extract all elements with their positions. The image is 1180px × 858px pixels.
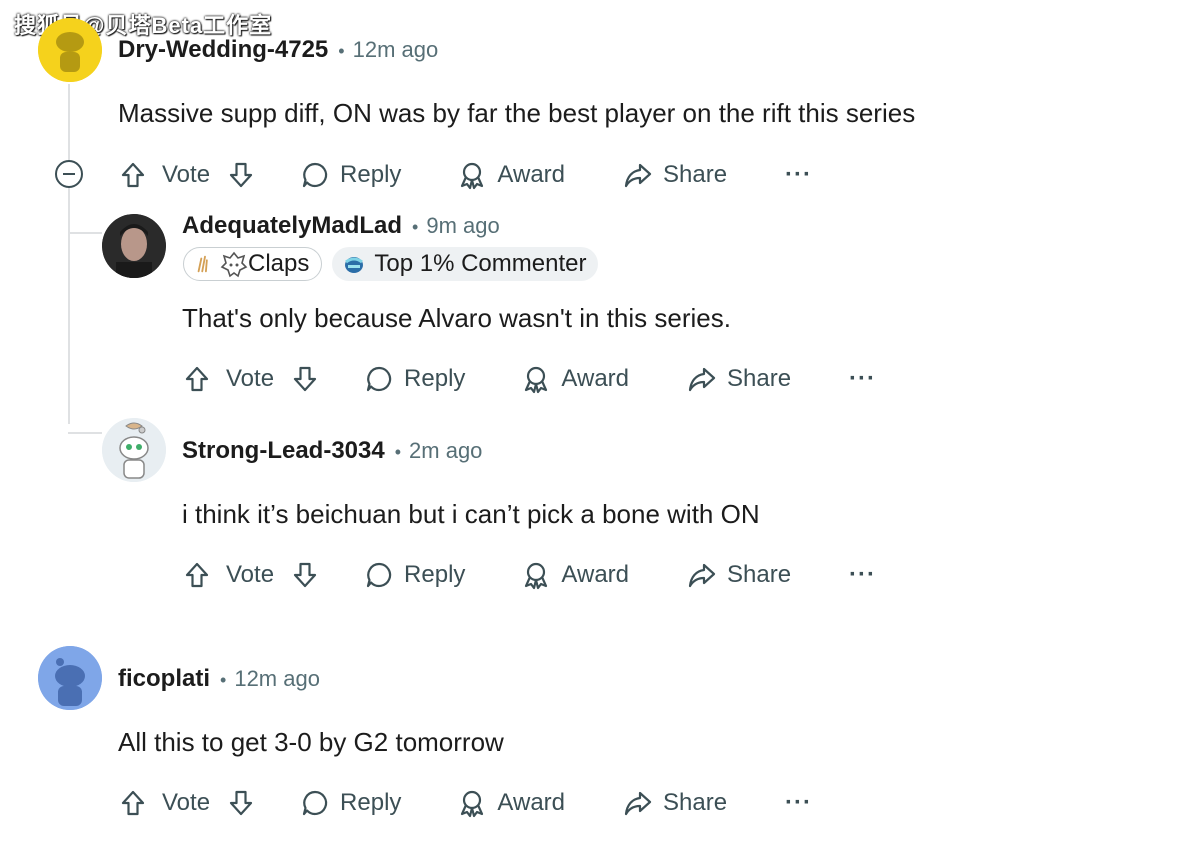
downvote-icon	[293, 562, 317, 588]
reply-icon	[302, 162, 328, 188]
avatar[interactable]	[38, 646, 102, 710]
downvote-icon	[229, 790, 253, 816]
reply-button[interactable]: Reply	[300, 788, 401, 818]
comment-actions: Vote Reply Award Share ···	[182, 555, 876, 595]
comment-body: That's only because Alvaro wasn't in thi…	[182, 303, 731, 333]
upvote-button[interactable]	[118, 788, 148, 818]
separator-dot: •	[412, 217, 419, 237]
comment-meta: Strong-Lead-3034 • 2m ago	[182, 437, 482, 465]
timestamp[interactable]: 9m ago	[426, 213, 499, 239]
reply-icon	[366, 562, 392, 588]
snoo-avatar-icon	[38, 18, 102, 82]
share-icon	[688, 367, 716, 392]
award-icon	[461, 162, 484, 190]
award-icon	[525, 366, 548, 394]
comment-actions: Vote Reply Award Share ···	[182, 359, 876, 399]
comment-meta: ficoplati • 12m ago	[118, 665, 320, 693]
share-icon	[624, 163, 652, 188]
more-options-button[interactable]: ···	[785, 161, 812, 189]
timestamp[interactable]: 12m ago	[353, 37, 439, 63]
thread-branch-1	[68, 232, 102, 234]
downvote-icon	[229, 162, 253, 188]
separator-dot: •	[338, 41, 345, 61]
snoo-avatar-icon	[102, 418, 166, 482]
thread-branch-2	[68, 432, 102, 434]
award-button[interactable]: Award	[457, 160, 565, 190]
award-icon	[461, 790, 484, 818]
more-options-button[interactable]: ···	[785, 789, 812, 817]
downvote-button[interactable]	[226, 788, 256, 818]
vote-label: Vote	[226, 561, 275, 588]
avatar[interactable]	[102, 214, 166, 278]
snoo-avatar-icon	[38, 646, 102, 710]
award-icon	[525, 562, 548, 590]
share-button[interactable]: Share	[623, 160, 727, 190]
flair-top-commenter: Top 1% Commenter	[332, 247, 599, 281]
downvote-button[interactable]	[290, 560, 320, 590]
collapse-thread-button[interactable]	[55, 160, 83, 188]
comment-body: All this to get 3-0 by G2 tomorrow	[118, 727, 504, 757]
award-button[interactable]: Award	[521, 364, 629, 394]
downvote-button[interactable]	[290, 364, 320, 394]
reply-icon	[302, 790, 328, 816]
commenter-badge-icon	[345, 257, 364, 273]
username[interactable]: AdequatelyMadLad	[182, 212, 402, 240]
vote-label: Vote	[226, 365, 275, 392]
upvote-icon	[185, 366, 209, 392]
upvote-icon	[185, 562, 209, 588]
share-icon	[688, 563, 716, 588]
username[interactable]: Dry-Wedding-4725	[118, 36, 328, 64]
share-button[interactable]: Share	[687, 560, 791, 590]
flair-label: Claps	[248, 250, 310, 277]
user-flairs: Claps Top 1% Commenter	[183, 247, 599, 281]
upvote-button[interactable]	[118, 160, 148, 190]
wolf-emblem-icon	[220, 251, 248, 278]
more-options-button[interactable]: ···	[849, 365, 876, 393]
comment-actions: Vote Reply Award Share ···	[118, 783, 812, 823]
timestamp[interactable]: 2m ago	[409, 438, 482, 464]
more-options-button[interactable]: ···	[849, 561, 876, 589]
avatar[interactable]	[38, 18, 102, 82]
downvote-button[interactable]	[226, 160, 256, 190]
award-button[interactable]: Award	[521, 560, 629, 590]
avatar[interactable]	[102, 418, 166, 482]
username[interactable]: ficoplati	[118, 665, 210, 693]
comment-meta: Dry-Wedding-4725 • 12m ago	[118, 36, 438, 64]
share-button[interactable]: Share	[623, 788, 727, 818]
vote-label: Vote	[162, 161, 211, 188]
separator-dot: •	[394, 442, 402, 462]
upvote-icon	[121, 162, 145, 188]
comment-actions: Vote Reply Award Share ···	[118, 155, 812, 195]
upvote-icon	[121, 790, 145, 816]
upvote-button[interactable]	[182, 560, 212, 590]
profile-photo-icon	[102, 214, 166, 278]
flair-claps: Claps	[183, 247, 323, 281]
timestamp[interactable]: 12m ago	[234, 666, 320, 692]
comment-meta: AdequatelyMadLad • 9m ago	[182, 212, 500, 240]
comment-body: Massive supp diff, ON was by far the bes…	[118, 98, 916, 128]
flair-label: Top 1% Commenter	[374, 250, 587, 277]
reply-button[interactable]: Reply	[364, 364, 465, 394]
upvote-button[interactable]	[182, 364, 212, 394]
reply-button[interactable]: Reply	[364, 560, 465, 590]
claps-icon	[197, 255, 208, 273]
award-button[interactable]: Award	[457, 788, 565, 818]
username[interactable]: Strong-Lead-3034	[182, 437, 385, 465]
downvote-icon	[293, 366, 317, 392]
thread-line-main	[68, 84, 70, 160]
vote-label: Vote	[162, 789, 211, 816]
reply-button[interactable]: Reply	[300, 160, 401, 190]
reply-icon	[366, 366, 392, 392]
separator-dot: •	[220, 670, 227, 690]
comment-body: i think it’s beichuan but i can’t pick a…	[182, 499, 760, 529]
thread-line-children	[68, 188, 70, 424]
share-icon	[624, 791, 652, 816]
share-button[interactable]: Share	[687, 364, 791, 394]
